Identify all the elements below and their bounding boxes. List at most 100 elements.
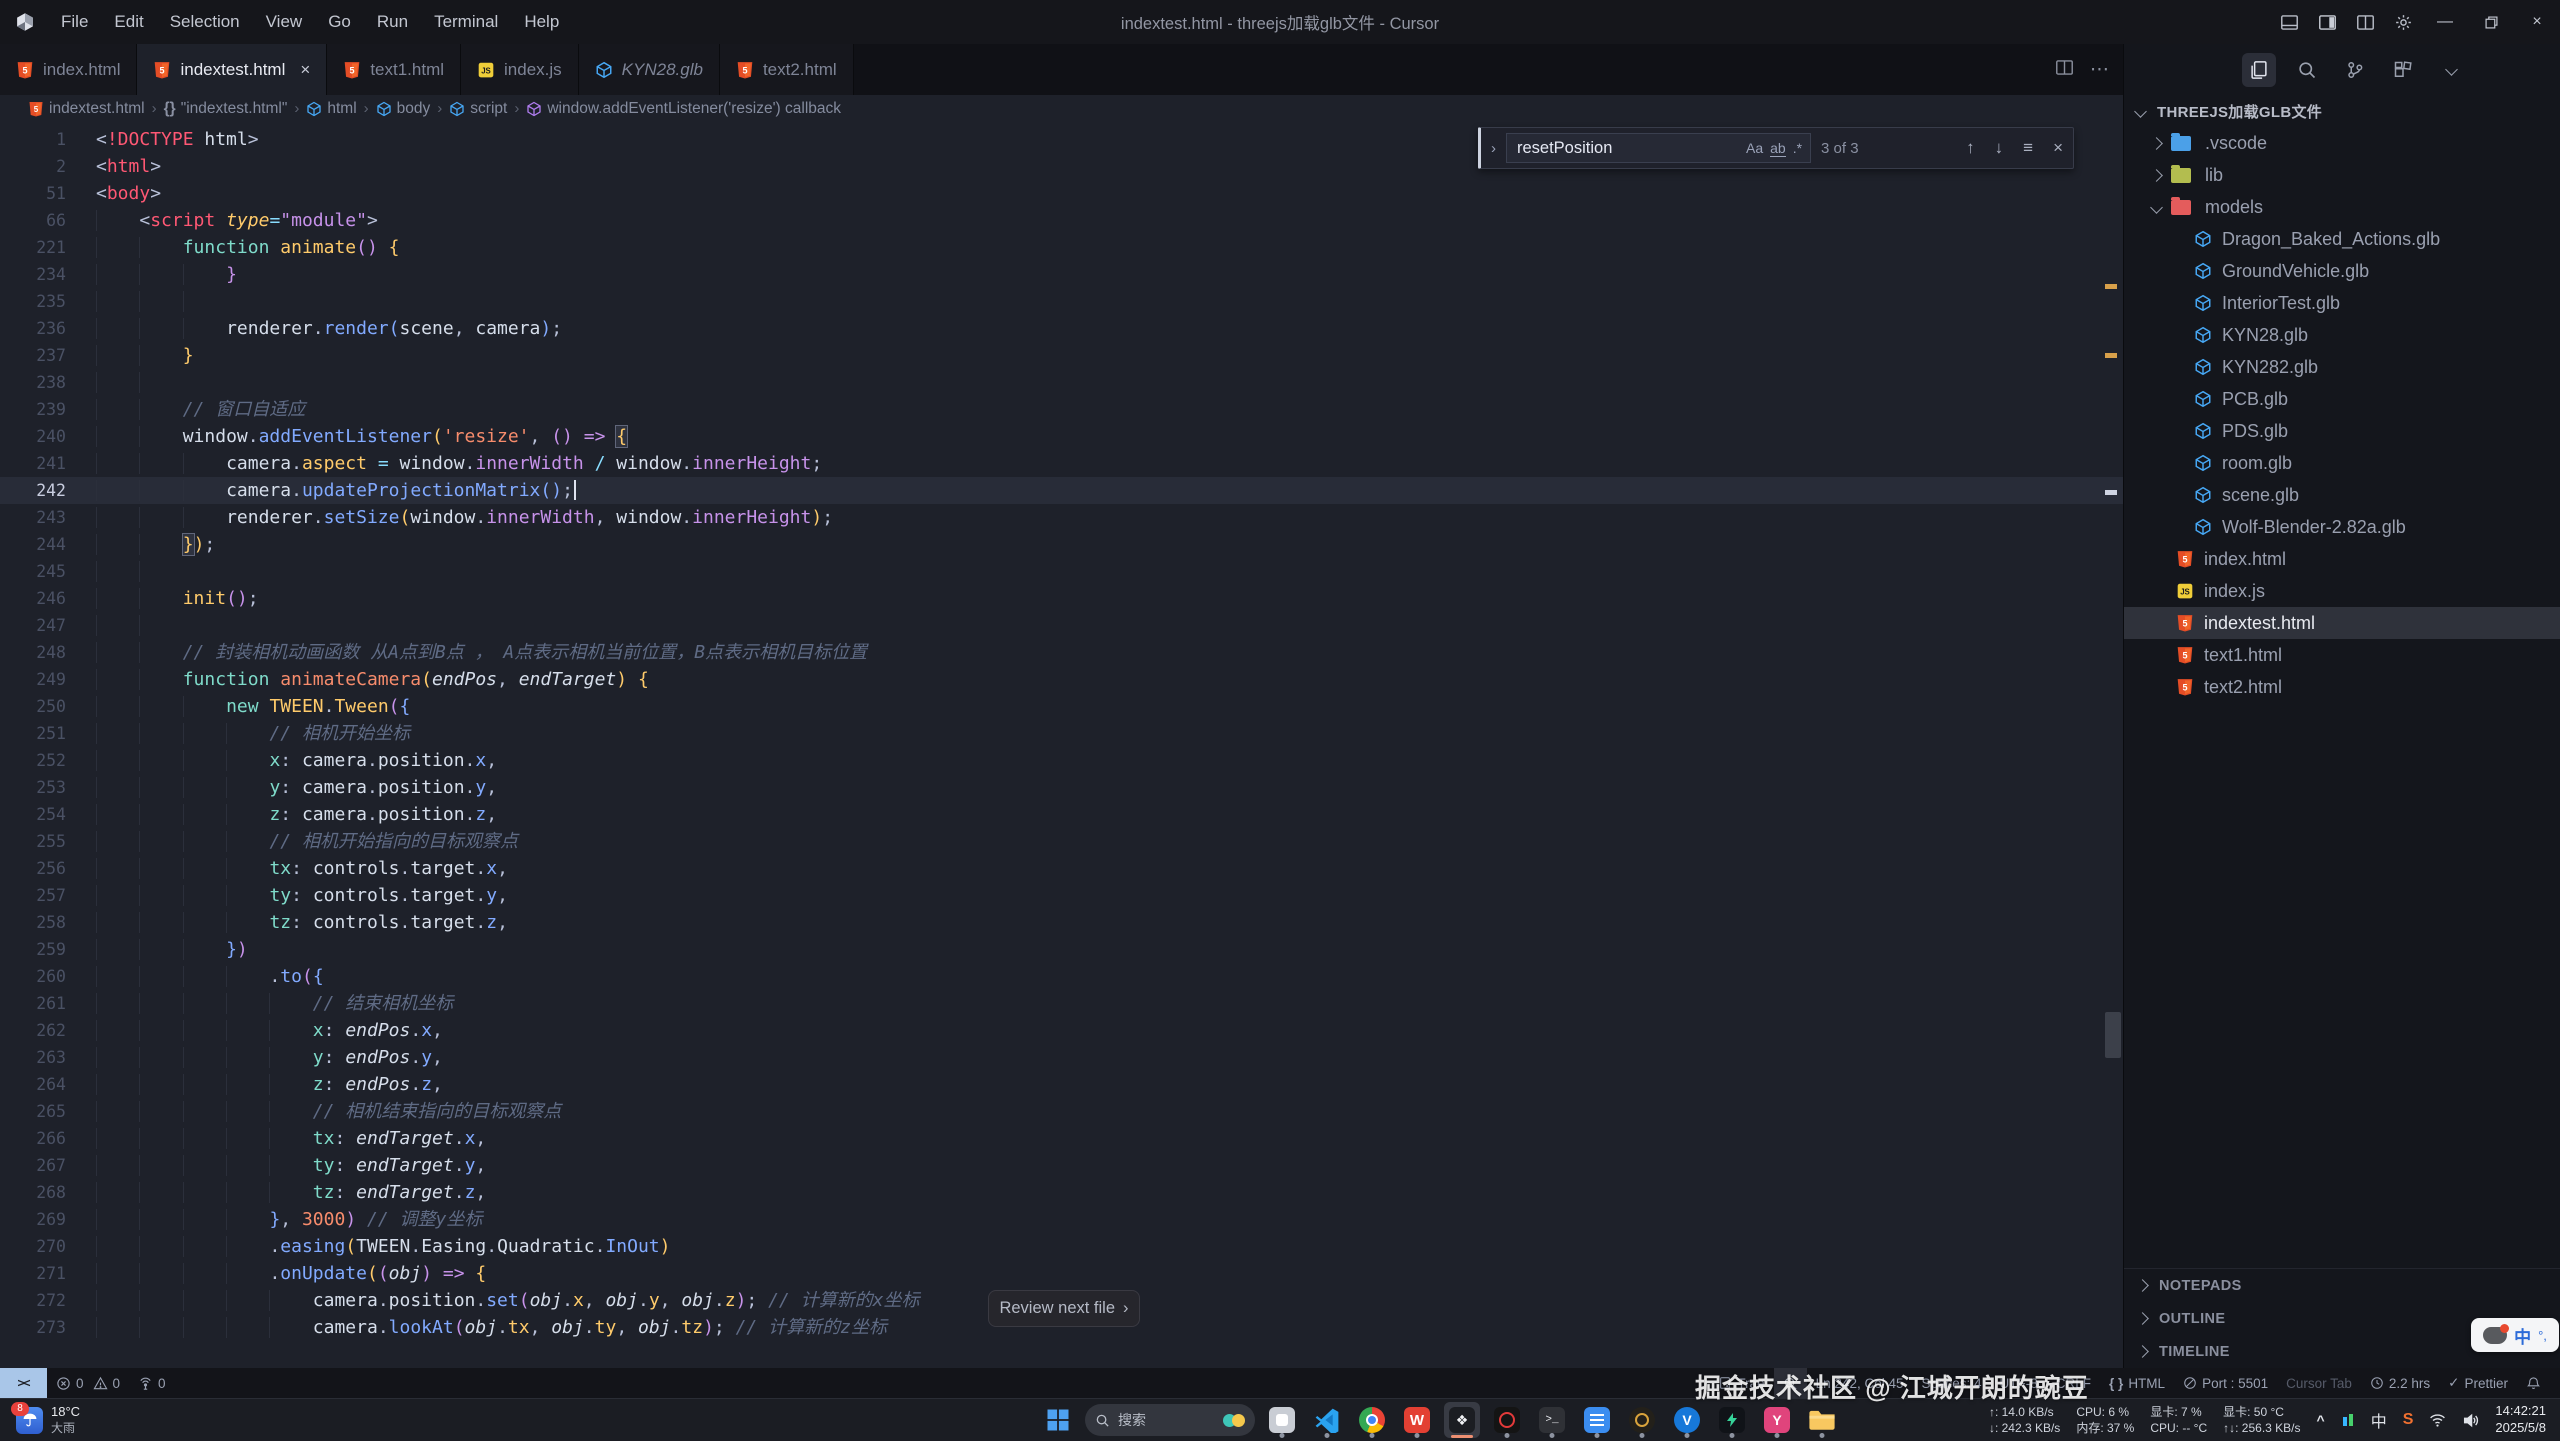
code-line-245[interactable]: 245 [0, 558, 2123, 585]
menu-selection[interactable]: Selection [157, 0, 253, 44]
find-expand-icon[interactable]: › [1491, 140, 1496, 157]
code-line-268[interactable]: 268 tz: endTarget.z, [0, 1179, 2123, 1206]
split-editor-icon[interactable] [2346, 0, 2384, 44]
taskbar-app-task-view[interactable] [1264, 1402, 1300, 1438]
code-line-237[interactable]: 237 } [0, 342, 2123, 369]
tray-stat-col-2[interactable]: CPU: 6 %内存: 37 % [2076, 1404, 2134, 1436]
file-room-glb[interactable]: room.glb [2124, 447, 2560, 479]
menu-edit[interactable]: Edit [101, 0, 156, 44]
tab-close-icon[interactable]: × [300, 60, 310, 80]
code-line-271[interactable]: 271 .onUpdate((obj) => { [0, 1260, 2123, 1287]
taskbar-search-box[interactable]: 搜索 [1085, 1404, 1255, 1436]
source-control-icon[interactable] [2338, 53, 2372, 87]
toggle-secondary-sidebar-icon[interactable] [2308, 0, 2346, 44]
code-line-262[interactable]: 262 x: endPos.x, [0, 1017, 2123, 1044]
close-button[interactable]: × [2514, 0, 2560, 44]
code-line-235[interactable]: 235 [0, 288, 2123, 315]
taskbar-app-terminal[interactable]: >_ [1534, 1402, 1570, 1438]
code-line-250[interactable]: 250 new TWEEN.Tween({ [0, 693, 2123, 720]
file-groundvehicle-glb[interactable]: GroundVehicle.glb [2124, 255, 2560, 287]
code-line-270[interactable]: 270 .easing(TWEEN.Easing.Quadratic.InOut… [0, 1233, 2123, 1260]
code-line-221[interactable]: 221 function animate() { [0, 234, 2123, 261]
toggle-panel-icon[interactable] [2270, 0, 2308, 44]
find-close-icon[interactable]: × [2053, 138, 2063, 158]
explorer-section-header[interactable]: THREEJS加载GLB文件 [2124, 95, 2560, 127]
code-line-243[interactable]: 243 renderer.setSize(window.innerWidth, … [0, 504, 2123, 531]
code-line-255[interactable]: 255 // 相机开始指向的目标观察点 [0, 828, 2123, 855]
find-previous-icon[interactable]: ↑ [1966, 138, 1975, 158]
menu-run[interactable]: Run [364, 0, 421, 44]
find-input[interactable] [1515, 138, 1739, 159]
file-interiortest-glb[interactable]: InteriorTest.glb [2124, 287, 2560, 319]
editor-scrollbar[interactable] [2105, 1012, 2121, 1058]
file-text1-html[interactable]: 5text1.html [2124, 639, 2560, 671]
sogou-icon[interactable]: S [2403, 1411, 2414, 1429]
file-kyn28-glb[interactable]: KYN28.glb [2124, 319, 2560, 351]
taskbar-app-coin[interactable] [1624, 1402, 1660, 1438]
status-prettier[interactable]: ✓Prettier [2439, 1368, 2517, 1398]
folder-models[interactable]: models [2124, 191, 2560, 223]
code-line-261[interactable]: 261 // 结束相机坐标 [0, 990, 2123, 1017]
code-line-258[interactable]: 258 tz: controls.target.z, [0, 909, 2123, 936]
code-line-260[interactable]: 260 .to({ [0, 963, 2123, 990]
tray-stat-col-1[interactable]: ↑: 14.0 KB/s↓: 242.3 KB/s [1989, 1404, 2060, 1436]
tab-index-js[interactable]: JSindex.js [461, 44, 579, 95]
review-next-file-button[interactable]: Review next file› [988, 1290, 1140, 1327]
code-line-252[interactable]: 252 x: camera.position.x, [0, 747, 2123, 774]
taskbar-app-netease-music[interactable] [1489, 1402, 1525, 1438]
settings-gear-icon[interactable] [2384, 0, 2422, 44]
color-bars-icon[interactable] [2341, 1413, 2355, 1427]
code-line-51[interactable]: 51<body> [0, 180, 2123, 207]
taskbar-app-pink-app[interactable]: Y [1759, 1402, 1795, 1438]
code-line-66[interactable]: 66 <script type="module"> [0, 207, 2123, 234]
code-line-248[interactable]: 248 // 封装相机动画函数 从A点到B点 ， A点表示相机当前位置，B点表示… [0, 639, 2123, 666]
code-line-264[interactable]: 264 z: endPos.z, [0, 1071, 2123, 1098]
find-in-selection-icon[interactable]: ≡ [2023, 138, 2033, 158]
code-line-263[interactable]: 263 y: endPos.y, [0, 1044, 2123, 1071]
code-editor[interactable]: 1<!DOCTYPE html>2<html>51<body>66 <scrip… [0, 122, 2123, 1368]
taskbar-app-notes[interactable] [1579, 1402, 1615, 1438]
code-line-267[interactable]: 267 ty: endTarget.y, [0, 1152, 2123, 1179]
tray-stat-col-3[interactable]: 显卡: 7 %CPU: -- °C [2150, 1404, 2207, 1436]
tab-text1-html[interactable]: 5text1.html [327, 44, 461, 95]
extensions-icon[interactable] [2386, 53, 2420, 87]
regex-icon[interactable]: .* [1793, 140, 1802, 156]
code-line-236[interactable]: 236 renderer.render(scene, camera); [0, 315, 2123, 342]
problems-indicator[interactable]: 0 0 [47, 1368, 129, 1398]
file-index-js[interactable]: JSindex.js [2124, 575, 2560, 607]
code-line-269[interactable]: 269 }, 3000) // 调整y坐标 [0, 1206, 2123, 1233]
tab-indextest-html[interactable]: 5indextest.html× [137, 44, 327, 95]
search-icon[interactable] [2290, 53, 2324, 87]
chevron-down-icon[interactable] [2434, 53, 2468, 87]
code-line-266[interactable]: 266 tx: endTarget.x, [0, 1125, 2123, 1152]
code-line-257[interactable]: 257 ty: controls.target.y, [0, 882, 2123, 909]
minimize-button[interactable]: — [2422, 0, 2468, 44]
taskbar-app-cursor[interactable]: ❖ [1444, 1402, 1480, 1438]
file-dragon-baked-actions-glb[interactable]: Dragon_Baked_Actions.glb [2124, 223, 2560, 255]
tab-index-html[interactable]: 5index.html [0, 44, 137, 95]
tab-kyn28-glb[interactable]: KYN28.glb [579, 44, 720, 95]
file-index-html[interactable]: 5index.html [2124, 543, 2560, 575]
volume-icon[interactable] [2462, 1412, 2479, 1429]
code-line-242[interactable]: 242 camera.updateProjectionMatrix(); [0, 477, 2123, 504]
match-case-icon[interactable]: Aa [1746, 140, 1763, 156]
code-line-251[interactable]: 251 // 相机开始坐标 [0, 720, 2123, 747]
file-text2-html[interactable]: 5text2.html [2124, 671, 2560, 703]
taskbar-app-file-explorer[interactable] [1804, 1402, 1840, 1438]
folder-lib[interactable]: lib [2124, 159, 2560, 191]
section-notepads[interactable]: NOTEPADS [2124, 1269, 2560, 1302]
file-pcb-glb[interactable]: PCB.glb [2124, 383, 2560, 415]
code-line-249[interactable]: 249 function animateCamera(endPos, endTa… [0, 666, 2123, 693]
code-line-244[interactable]: 244 }); [0, 531, 2123, 558]
file-wolf-blender-2-82a-glb[interactable]: Wolf-Blender-2.82a.glb [2124, 511, 2560, 543]
file-kyn282-glb[interactable]: KYN282.glb [2124, 351, 2560, 383]
code-line-239[interactable]: 239 // 窗口自适应 [0, 396, 2123, 423]
remote-indicator[interactable]: >< [0, 1368, 47, 1398]
taskbar-app-v-app[interactable]: V [1669, 1402, 1705, 1438]
folder-vscode[interactable]: .vscode [2124, 127, 2560, 159]
menu-file[interactable]: File [48, 0, 101, 44]
hidden-icons-chevron[interactable]: ^ [2317, 1412, 2325, 1428]
code-line-256[interactable]: 256 tx: controls.target.x, [0, 855, 2123, 882]
tab-text2-html[interactable]: 5text2.html [720, 44, 854, 95]
code-line-265[interactable]: 265 // 相机结束指向的目标观察点 [0, 1098, 2123, 1125]
